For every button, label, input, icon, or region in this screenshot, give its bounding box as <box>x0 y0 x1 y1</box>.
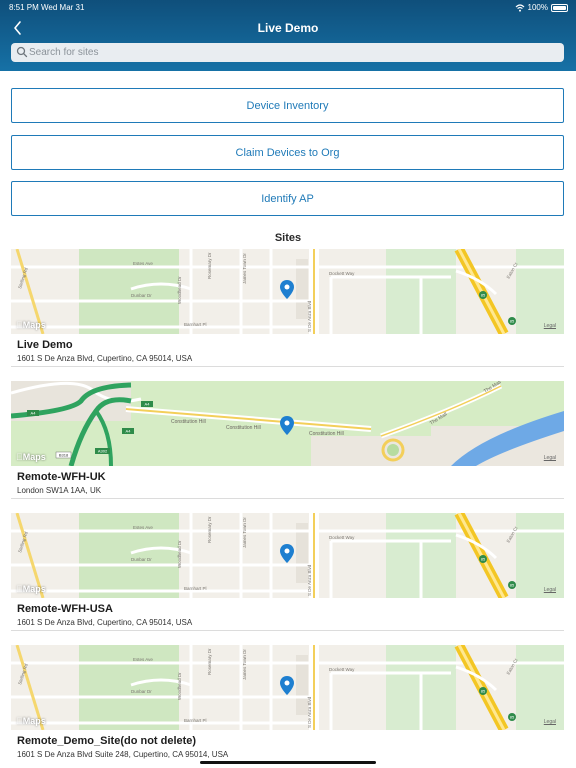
street-label: Dockett Way <box>329 535 355 540</box>
svg-text:85: 85 <box>510 583 515 588</box>
site-name: Remote-WFH-UK <box>17 471 106 483</box>
map-cupertino: Estes Ave Stelling Rd Dunbar Dr Barnhart… <box>11 513 564 598</box>
site-address: London SW1A 1AA, UK <box>17 486 102 495</box>
wifi-icon <box>515 3 524 12</box>
search-icon <box>16 46 28 58</box>
apple-maps-logo: Maps <box>16 716 46 726</box>
apple-logo-icon:  <box>16 320 23 330</box>
apple-maps-logo: Maps <box>16 452 46 462</box>
site-map: Estes Ave Stelling Rd Dunbar Dr Barnhart… <box>11 645 564 730</box>
street-label: Rosemary Dr <box>207 648 212 675</box>
legal-link[interactable]: Legal <box>544 587 556 593</box>
navigation-header: 8:51 PM Wed Mar 31 100% Live Demo <box>0 0 576 71</box>
site-address: 1601 S De Anza Blvd, Cupertino, CA 95014… <box>17 354 193 363</box>
street-label: Dunbar Dr <box>131 557 152 562</box>
road-label: Constitution Hill <box>226 425 261 431</box>
status-time: 8:51 PM <box>9 3 39 12</box>
battery-percent: 100% <box>527 3 548 12</box>
street-label: S De Anza Blvd <box>307 696 312 728</box>
street-label: Barnhart Pl <box>184 586 207 591</box>
apple-maps-logo: Maps <box>16 320 46 330</box>
street-label: Rosemary Dr <box>207 516 212 543</box>
page-title: Live Demo <box>257 21 319 35</box>
street-label: Woodhead Dr <box>177 540 182 568</box>
site-name: Remote_Demo_Site(do not delete) <box>17 735 197 747</box>
svg-text:85: 85 <box>481 689 486 694</box>
street-label: Estes Ave <box>133 657 153 662</box>
status-date: Wed Mar 31 <box>41 3 85 12</box>
apple-logo-icon:  <box>16 716 23 726</box>
map-cupertino: Estes Ave Stelling Rd Dunbar Dr Barnhart… <box>11 645 564 730</box>
search-input[interactable] <box>29 43 549 62</box>
apple-logo-icon:  <box>16 584 23 594</box>
site-name: Live Demo <box>17 339 73 351</box>
route-shield: A4 <box>31 411 37 416</box>
site-card-remote-wfh-usa[interactable]: Estes Ave Stelling Rd Dunbar Dr Barnhart… <box>11 513 564 631</box>
street-label: James Town Dr <box>242 517 247 548</box>
street-label: Dockett Way <box>329 271 355 276</box>
apple-maps-logo: Maps <box>16 584 46 594</box>
road-label: Constitution Hill <box>309 431 344 437</box>
claim-devices-button[interactable]: Claim Devices to Org <box>11 135 564 170</box>
site-map: Estes Ave Stelling Rd Dunbar Dr Barnhart… <box>11 249 564 334</box>
street-label: Estes Ave <box>133 525 153 530</box>
search-bar[interactable] <box>11 43 564 62</box>
status-bar: 8:51 PM Wed Mar 31 100% <box>0 0 576 14</box>
battery-icon <box>551 3 568 12</box>
route-shield: A302 <box>98 449 108 454</box>
svg-text:85: 85 <box>510 319 515 324</box>
svg-text:85: 85 <box>510 715 515 720</box>
device-inventory-button[interactable]: Device Inventory <box>11 88 564 123</box>
maps-logo-text: Maps <box>16 584 46 594</box>
street-label: Rosemary Dr <box>207 252 212 279</box>
site-card-live-demo[interactable]: Estes Ave Stelling Rd Dunbar Dr Barnhart… <box>11 249 564 367</box>
street-label: Woodhead Dr <box>177 672 182 700</box>
site-card-remote-wfh-uk[interactable]: Constitution Hill Constitution Hill Cons… <box>11 381 564 499</box>
street-label: Barnhart Pl <box>184 322 207 327</box>
status-indicators: 100% <box>515 3 568 12</box>
legal-link[interactable]: Legal <box>544 455 556 461</box>
site-address: 1601 S De Anza Blvd Suite 248, Cupertino… <box>17 750 229 759</box>
street-label: Dunbar Dr <box>131 689 152 694</box>
sites-heading: Sites <box>274 232 302 244</box>
maps-logo-text: Maps <box>16 716 46 726</box>
street-label: Dockett Way <box>329 667 355 672</box>
street-label: S De Anza Blvd <box>307 300 312 332</box>
map-cupertino: Estes Ave Stelling Rd Dunbar Dr Barnhart… <box>11 249 564 334</box>
street-label: Dunbar Dr <box>131 293 152 298</box>
site-map: Constitution Hill Constitution Hill Cons… <box>11 381 564 466</box>
street-label: James Town Dr <box>242 649 247 680</box>
road-label: Constitution Hill <box>171 419 206 425</box>
svg-text:85: 85 <box>481 293 486 298</box>
route-shield: A4 <box>126 429 132 434</box>
apple-logo-icon:  <box>16 452 23 462</box>
identify-ap-button[interactable]: Identify AP <box>11 181 564 216</box>
street-label: S De Anza Blvd <box>307 564 312 596</box>
street-label: James Town Dr <box>242 253 247 284</box>
site-name: Remote-WFH-USA <box>17 603 113 615</box>
maps-logo-text: Maps <box>16 320 46 330</box>
maps-logo-text: Maps <box>16 452 46 462</box>
map-london: Constitution Hill Constitution Hill Cons… <box>11 381 564 466</box>
legal-link[interactable]: Legal <box>544 719 556 725</box>
street-label: Estes Ave <box>133 261 153 266</box>
route-shield: A4 <box>145 402 151 407</box>
legal-link[interactable]: Legal <box>544 323 556 329</box>
site-card-remote-demo-site[interactable]: Estes Ave Stelling Rd Dunbar Dr Barnhart… <box>11 645 564 763</box>
site-address: 1601 S De Anza Blvd, Cupertino, CA 95014… <box>17 618 193 627</box>
home-indicator <box>200 761 376 764</box>
street-label: Barnhart Pl <box>184 718 207 723</box>
svg-text:85: 85 <box>481 557 486 562</box>
street-label: Woodhead Dr <box>177 276 182 304</box>
site-map: Estes Ave Stelling Rd Dunbar Dr Barnhart… <box>11 513 564 598</box>
route-shield: B318 <box>59 453 69 458</box>
